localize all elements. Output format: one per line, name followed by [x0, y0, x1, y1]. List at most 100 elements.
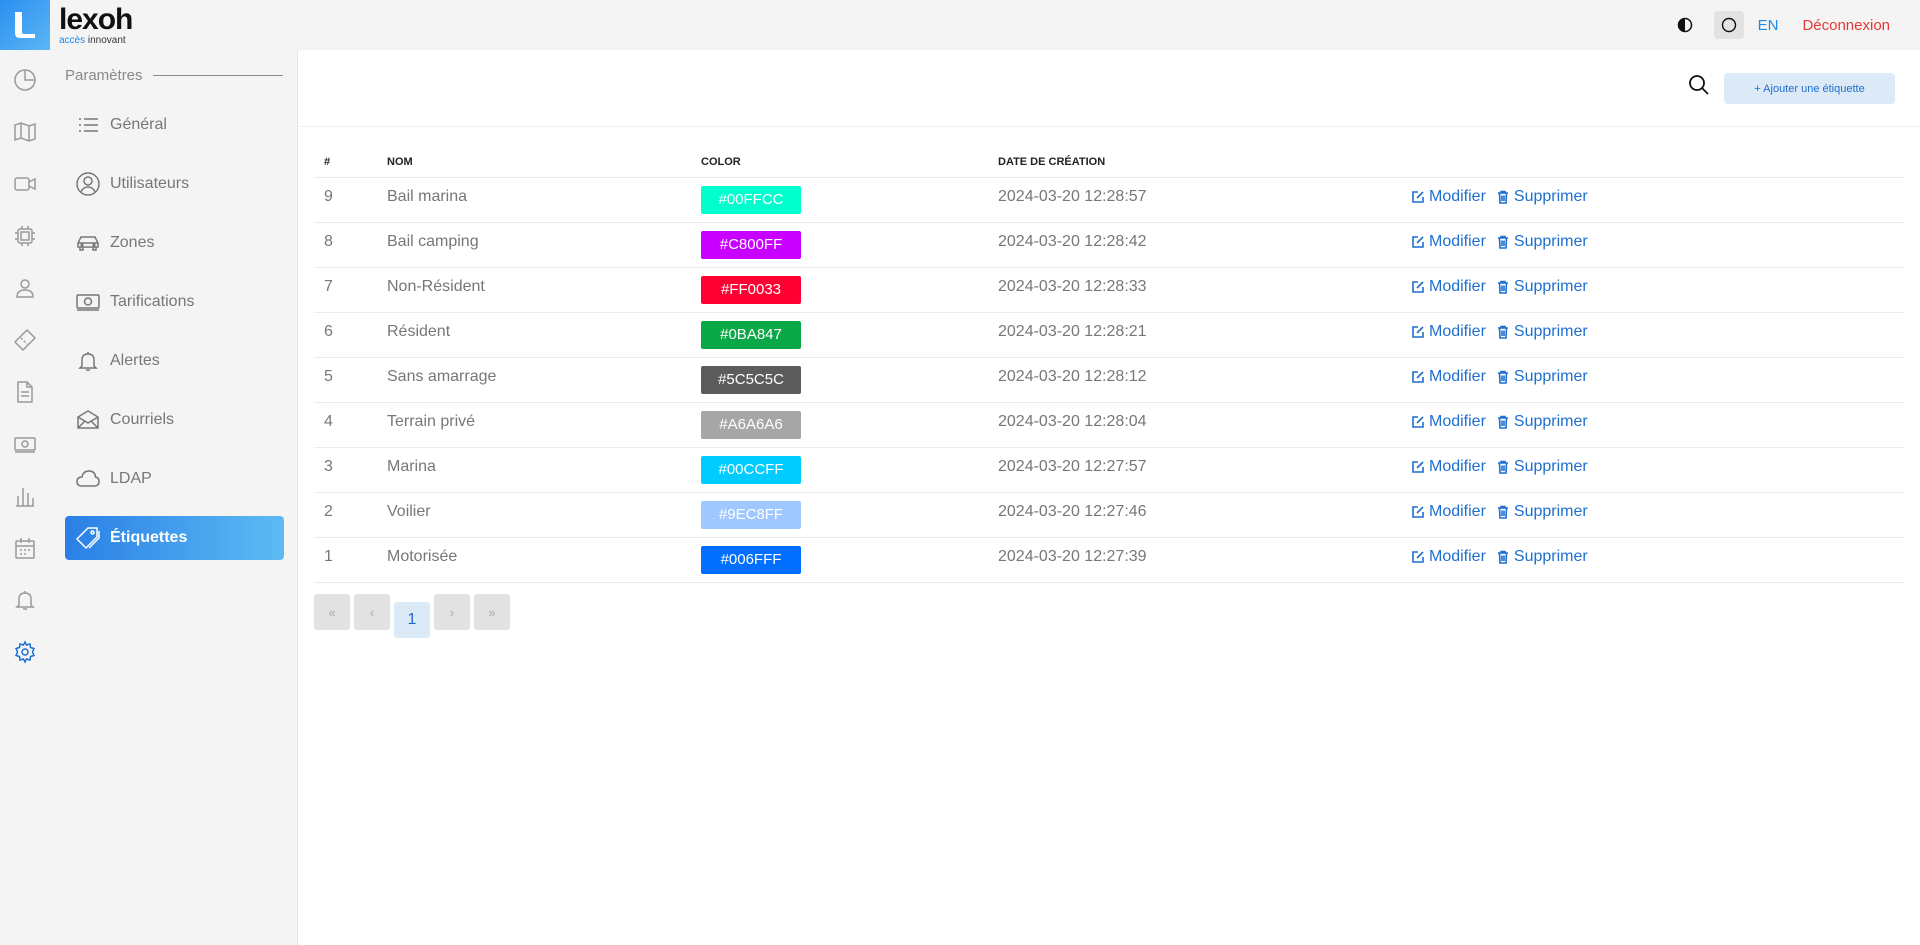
- search-icon[interactable]: [1688, 74, 1712, 98]
- color-swatch: #006FFF: [701, 545, 801, 574]
- gear-icon[interactable]: [12, 639, 38, 665]
- trash-icon: [1497, 370, 1508, 384]
- delete-button[interactable]: Supprimer: [1496, 233, 1588, 251]
- calendar-icon[interactable]: [12, 535, 38, 561]
- edit-button[interactable]: Modifier: [1411, 548, 1486, 566]
- trash-icon: [1497, 325, 1508, 339]
- delete-button[interactable]: Supprimer: [1496, 413, 1588, 431]
- edit-button[interactable]: Modifier: [1411, 368, 1486, 386]
- cell-color: #0BA847: [691, 312, 988, 358]
- menu-item-tarifications[interactable]: Tarifications: [65, 280, 284, 324]
- edit-button[interactable]: Modifier: [1411, 233, 1486, 251]
- cell-nom: Bail camping: [377, 222, 691, 268]
- labels-table: # NOM COLOR DATE DE CRÉATION 9 Bail marin…: [314, 147, 1904, 583]
- edit-button[interactable]: Modifier: [1411, 458, 1486, 476]
- cell-date: 2024-03-20 12:28:42: [988, 222, 1401, 268]
- ticket-icon[interactable]: [12, 327, 38, 353]
- cell-date: 2024-03-20 12:28:12: [988, 357, 1401, 403]
- cell-num: 9: [314, 177, 377, 223]
- edit-icon: [1412, 190, 1424, 203]
- cell-num: 6: [314, 312, 377, 358]
- bell-icon[interactable]: [12, 587, 38, 613]
- edit-button[interactable]: Modifier: [1411, 278, 1486, 296]
- pager-first-button[interactable]: «: [314, 594, 350, 630]
- user-circle-icon: [76, 172, 100, 196]
- cell-date: 2024-03-20 12:28:21: [988, 312, 1401, 358]
- delete-button[interactable]: Supprimer: [1496, 323, 1588, 341]
- header-date[interactable]: DATE DE CRÉATION: [988, 147, 1401, 178]
- trash-icon: [1497, 550, 1508, 564]
- envelope-icon: [77, 410, 99, 429]
- delete-button[interactable]: Supprimer: [1496, 278, 1588, 296]
- cell-color: #C800FF: [691, 222, 988, 268]
- edit-button[interactable]: Modifier: [1411, 188, 1486, 206]
- menu-item-ldap[interactable]: LDAP: [65, 457, 284, 501]
- edit-icon: [1412, 505, 1424, 518]
- color-swatch: #9EC8FF: [701, 500, 801, 529]
- video-camera-icon[interactable]: [12, 171, 38, 197]
- main-content: + Ajouter une étiquette # NOM COLOR DATE…: [298, 50, 1920, 945]
- edit-button[interactable]: Modifier: [1411, 323, 1486, 341]
- cell-actions: Modifier Supprimer: [1401, 402, 1904, 448]
- cell-num: 5: [314, 357, 377, 403]
- document-icon[interactable]: [12, 379, 38, 405]
- bar-chart-icon[interactable]: [12, 483, 38, 509]
- cell-actions: Modifier Supprimer: [1401, 357, 1904, 403]
- menu-item-alertes[interactable]: Alertes: [65, 339, 284, 383]
- trash-icon: [1497, 415, 1508, 429]
- table-row: 2 Voilier #9EC8FF 2024-03-20 12:27:46 Modifi…: [314, 492, 1904, 538]
- trash-icon: [1497, 235, 1508, 249]
- logo-icon[interactable]: [0, 0, 50, 50]
- cell-color: #00FFCC: [691, 177, 988, 223]
- cell-nom: Bail marina: [377, 177, 691, 223]
- brand: lexoh accès innovant: [59, 4, 133, 46]
- color-swatch: #C800FF: [701, 230, 801, 259]
- cell-num: 2: [314, 492, 377, 538]
- menu-item-courriels[interactable]: Courriels: [65, 398, 284, 442]
- table-header-row: # NOM COLOR DATE DE CRÉATION: [314, 147, 1904, 178]
- delete-button[interactable]: Supprimer: [1496, 503, 1588, 521]
- user-icon[interactable]: [12, 275, 38, 301]
- theme-circle-icon[interactable]: [1713, 11, 1744, 39]
- list-icon: [79, 118, 98, 132]
- cloud-icon: [76, 470, 100, 487]
- cell-color: #5C5C5C: [691, 357, 988, 403]
- pager-prev-button[interactable]: ‹: [354, 594, 390, 630]
- tags-icon: [75, 527, 100, 550]
- color-swatch: #0BA847: [701, 320, 801, 349]
- header-color[interactable]: COLOR: [691, 147, 988, 178]
- delete-button[interactable]: Supprimer: [1496, 368, 1588, 386]
- cell-actions: Modifier Supprimer: [1401, 447, 1904, 493]
- pie-chart-icon[interactable]: [12, 67, 38, 93]
- edit-button[interactable]: Modifier: [1411, 503, 1486, 521]
- menu-item-etiquettes[interactable]: Étiquettes: [65, 516, 284, 560]
- money-icon[interactable]: [12, 431, 38, 457]
- edit-button[interactable]: Modifier: [1411, 413, 1486, 431]
- cell-nom: Marina: [377, 447, 691, 493]
- menu-item-zones[interactable]: Zones: [65, 221, 284, 265]
- delete-button[interactable]: Supprimer: [1496, 548, 1588, 566]
- chip-icon[interactable]: [12, 223, 38, 249]
- menu-item-utilisateurs[interactable]: Utilisateurs: [65, 162, 284, 206]
- edit-icon: [1412, 280, 1424, 293]
- language-toggle[interactable]: EN: [1758, 17, 1779, 34]
- delete-button[interactable]: Supprimer: [1496, 188, 1588, 206]
- contrast-icon[interactable]: [1670, 11, 1700, 39]
- pager-next-button[interactable]: ›: [434, 594, 470, 630]
- menu-item-general[interactable]: Général: [65, 103, 284, 147]
- header-nom[interactable]: NOM: [377, 147, 691, 178]
- logout-link[interactable]: Déconnexion: [1802, 17, 1890, 34]
- edit-icon: [1412, 325, 1424, 338]
- toolbar: + Ajouter une étiquette: [298, 50, 1920, 127]
- add-label-button[interactable]: + Ajouter une étiquette: [1724, 73, 1895, 104]
- delete-button[interactable]: Supprimer: [1496, 458, 1588, 476]
- cell-date: 2024-03-20 12:28:33: [988, 267, 1401, 313]
- cell-actions: Modifier Supprimer: [1401, 177, 1904, 223]
- map-icon[interactable]: [12, 119, 38, 145]
- pager-last-button[interactable]: »: [474, 594, 510, 630]
- pager-page-button[interactable]: 1: [394, 602, 430, 638]
- edit-icon: [1412, 235, 1424, 248]
- icon-rail: [0, 50, 50, 945]
- header-num[interactable]: #: [314, 147, 377, 178]
- cell-color: #006FFF: [691, 537, 988, 583]
